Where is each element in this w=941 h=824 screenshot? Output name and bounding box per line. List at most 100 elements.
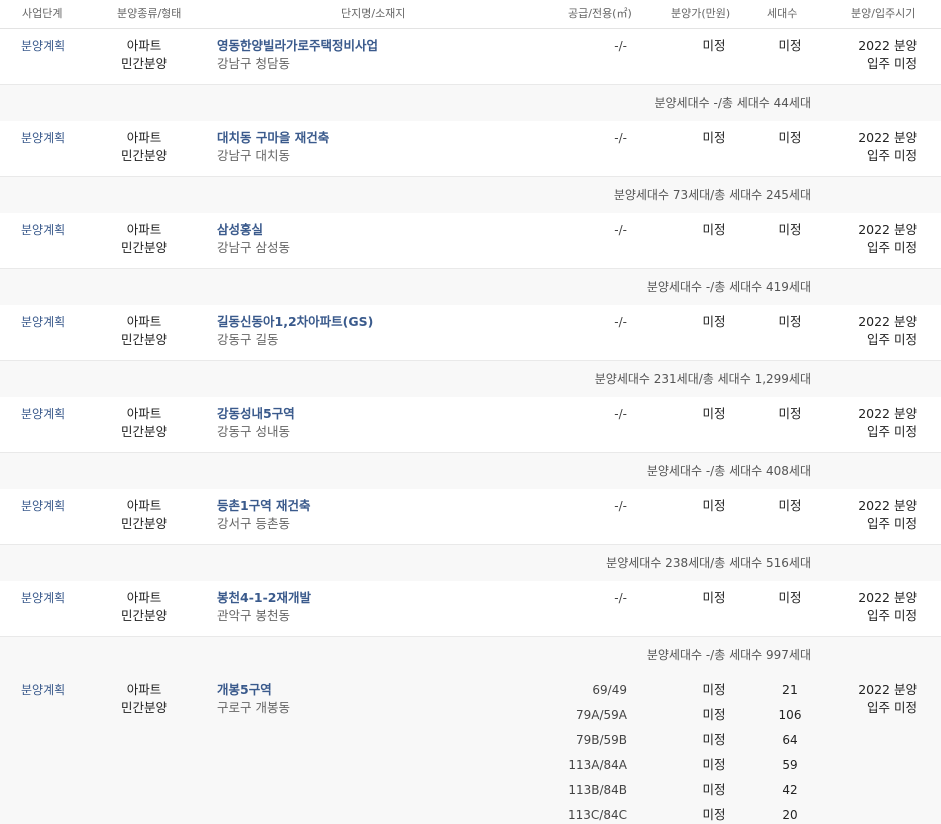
sale-year: 2022 분양 xyxy=(858,314,917,329)
household-summary: 분양세대수 -/총 세대수 997세대 xyxy=(646,648,811,662)
header-period: 분양/입주시기 xyxy=(851,7,916,20)
sale-year: 2022 분양 xyxy=(858,590,917,605)
supply-area: 113B/84B xyxy=(568,783,627,797)
table-header: 사업단계 분양종류/형태 단지명/소재지 공급/전용(㎡) 분양가(만원) 세대… xyxy=(0,0,941,29)
supply-area: -/- xyxy=(614,223,627,237)
housing-type: 아파트 민간분양 xyxy=(100,497,188,533)
stage-link[interactable]: 분양계획 xyxy=(21,37,65,55)
listing-row: 분양계획 아파트 민간분양 등촌1구역 재건축 강서구 등촌동 -/- 미정 미정 2022 분… xyxy=(0,489,941,544)
header-price: 분양가(만원) xyxy=(671,7,731,20)
stage-link[interactable]: 분양계획 xyxy=(21,221,65,239)
supply-area: 79A/59A xyxy=(576,708,627,722)
unit-count: 미정 xyxy=(778,130,802,145)
move-in: 입주 미정 xyxy=(867,240,917,255)
summary-row: 분양세대수 -/총 세대수 997세대 xyxy=(0,636,941,675)
type-label: 아파트 xyxy=(126,222,162,237)
complex-name-link[interactable]: 등촌1구역 재건축 xyxy=(217,497,311,515)
kind-label: 민간분양 xyxy=(120,608,167,623)
sale-year: 2022 분양 xyxy=(858,498,917,513)
listing-row: 분양계획 아파트 민간분양 봉천4-1-2재개발 관악구 봉천동 -/- 미정 미정 2022 … xyxy=(0,581,941,636)
listing-row: 분양계획 아파트 민간분양 강동성내5구역 강동구 성내동 -/- 미정 미정 2022 분양 입… xyxy=(0,397,941,452)
kind-label: 민간분양 xyxy=(120,424,167,439)
move-in: 입주 미정 xyxy=(867,148,917,163)
household-summary: 분양세대수 231세대/총 세대수 1,299세대 xyxy=(594,372,811,386)
sale-period: 2022 분양입주 미정 xyxy=(858,221,917,257)
sale-period: 2022 분양입주 미정 xyxy=(858,681,917,717)
supply-area: 79B/59B xyxy=(575,733,627,747)
summary-row: 분양세대수 -/총 세대수 419세대 xyxy=(0,268,941,307)
type-label: 아파트 xyxy=(126,38,162,53)
header-supply: 공급/전용(㎡) xyxy=(568,7,632,20)
complex-location: 강동구 길동 xyxy=(217,332,279,347)
header-units: 세대수 xyxy=(767,7,798,20)
summary-row: 분양세대수 73세대/총 세대수 245세대 xyxy=(0,176,941,215)
summary-row: 분양세대수 231세대/총 세대수 1,299세대 xyxy=(0,360,941,399)
unit-count: 미정 xyxy=(778,590,802,605)
complex-location: 강동구 성내동 xyxy=(217,424,290,439)
stage-link[interactable]: 분양계획 xyxy=(21,313,65,331)
supply-area: -/- xyxy=(614,499,627,513)
move-in: 입주 미정 xyxy=(867,608,917,623)
sale-year: 2022 분양 xyxy=(858,682,917,697)
sale-price: 미정 xyxy=(702,707,726,722)
household-summary: 분양세대수 73세대/총 세대수 245세대 xyxy=(613,188,811,202)
sale-price: 미정 xyxy=(702,782,726,797)
type-label: 아파트 xyxy=(126,498,162,513)
complex-location: 구로구 개봉동 xyxy=(217,700,290,715)
complex-name-link[interactable]: 길동신동아1,2차아파트(GS) xyxy=(217,313,373,331)
sale-period: 2022 분양입주 미정 xyxy=(858,589,917,625)
sale-year: 2022 분양 xyxy=(858,222,917,237)
complex-name-link[interactable]: 개봉5구역 xyxy=(217,681,272,699)
stage-link[interactable]: 분양계획 xyxy=(21,405,65,423)
type-label: 아파트 xyxy=(126,682,162,697)
listing-row: 분양계획 아파트 민간분양 길동신동아1,2차아파트(GS) 강동구 길동 -/- 미정 미정… xyxy=(0,305,941,360)
complex-location: 강남구 대치동 xyxy=(217,148,290,163)
unit-count: 미정 xyxy=(778,498,802,513)
supply-area: -/- xyxy=(614,315,627,329)
stage-link[interactable]: 분양계획 xyxy=(21,497,65,515)
unit-count: 미정 xyxy=(778,38,802,53)
supply-area: -/- xyxy=(614,39,627,53)
kind-label: 민간분양 xyxy=(120,700,167,715)
complex-name-link[interactable]: 대치동 구마을 재건축 xyxy=(217,129,329,147)
housing-type: 아파트 민간분양 xyxy=(100,37,188,73)
header-name: 단지명/소재지 xyxy=(341,7,406,20)
sale-price: 미정 xyxy=(702,38,726,53)
sale-period: 2022 분양 입주 미정 xyxy=(858,37,917,73)
unit-count: 21 xyxy=(782,682,798,697)
sale-period: 2022 분양 입주 미정 xyxy=(858,129,917,165)
summary-row: 분양세대수 -/총 세대수 44세대 xyxy=(0,84,941,123)
complex-name-link[interactable]: 강동성내5구역 xyxy=(217,405,295,423)
sale-year: 2022 분양 xyxy=(858,406,917,421)
sale-price: 미정 xyxy=(702,222,726,237)
sale-price: 미정 xyxy=(702,590,726,605)
listing-row: 분양계획 아파트 민간분양 대치동 구마을 재건축 강남구 대치동 -/- 미정 미정 2022… xyxy=(0,121,941,176)
move-in: 입주 미정 xyxy=(867,516,917,531)
stage-link[interactable]: 분양계획 xyxy=(21,129,65,147)
type-label: 아파트 xyxy=(126,314,162,329)
sale-period: 2022 분양 입주 미정 xyxy=(858,405,917,441)
supply-area: 113A/84A xyxy=(568,758,627,772)
sale-year: 2022 분양 xyxy=(858,38,917,53)
household-summary: 분양세대수 238세대/총 세대수 516세대 xyxy=(606,556,811,570)
unit-count: 미정 xyxy=(778,222,802,237)
type-label: 아파트 xyxy=(126,406,162,421)
complex-name-link[interactable]: 삼성홍실 xyxy=(217,221,263,239)
sale-price: 미정 xyxy=(702,314,726,329)
housing-type: 아파트 민간분양 xyxy=(100,589,188,625)
sale-price: 미정 xyxy=(702,130,726,145)
complex-location: 관악구 봉천동 xyxy=(217,608,290,623)
complex-name-link[interactable]: 봉천4-1-2재개발 xyxy=(217,589,311,607)
supply-area: 69/49 xyxy=(592,683,627,697)
move-in: 입주 미정 xyxy=(867,700,917,715)
header-type: 분양종류/형태 xyxy=(117,7,182,20)
unit-count: 미정 xyxy=(778,406,802,421)
housing-type: 아파트 민간분양 xyxy=(100,313,188,349)
household-summary: 분양세대수 -/총 세대수 419세대 xyxy=(646,280,811,294)
stage-link[interactable]: 분양계획 xyxy=(21,589,65,607)
unit-count: 20 xyxy=(782,808,798,822)
complex-location: 강남구 삼성동 xyxy=(217,240,290,255)
complex-name-link[interactable]: 영동한양빌라가로주택정비사업 xyxy=(217,37,378,55)
housing-type: 아파트민간분양 xyxy=(100,681,188,717)
stage-link[interactable]: 분양계획 xyxy=(21,681,65,699)
